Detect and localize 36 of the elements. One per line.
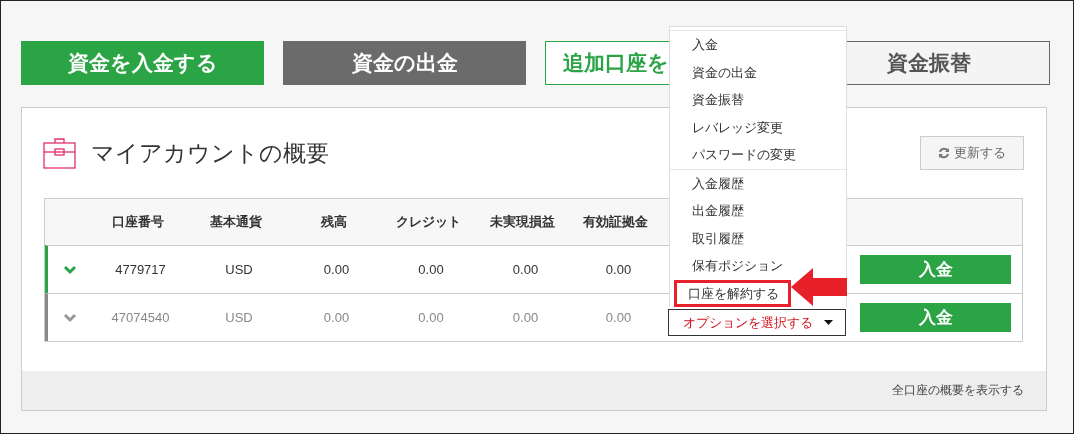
refresh-button[interactable]: 更新する — [920, 136, 1024, 170]
section-title: マイアカウントの概要 — [91, 138, 329, 168]
callout-arrow — [791, 268, 847, 306]
briefcase-icon — [43, 136, 77, 170]
table-cell: USD — [225, 262, 253, 277]
chevron-icon[interactable] — [63, 264, 77, 275]
menu-item[interactable]: 出金履歴 — [674, 197, 842, 225]
footer-link[interactable]: 全口座の概要を表示する — [892, 382, 1024, 399]
caret-icon — [824, 320, 833, 325]
column-header: 残高 — [319, 213, 348, 231]
menu-item[interactable]: 口座を解約する — [674, 279, 791, 307]
table-cell: 0.00 — [605, 262, 632, 277]
table-cell: 4779717 — [115, 262, 166, 277]
table-cell: 0.00 — [418, 262, 444, 277]
chevron-icon[interactable] — [63, 312, 77, 323]
table-cell: 0.00 — [512, 262, 539, 277]
column-header: 口座番号 — [110, 213, 165, 231]
column-header: 基本通貨 — [209, 213, 263, 231]
menu-item[interactable]: 資金振替 — [674, 86, 842, 114]
table-cell: USD — [225, 310, 253, 325]
table-cell: 0.00 — [323, 262, 350, 277]
refresh-icon — [938, 147, 950, 159]
menu-item[interactable]: レバレッジ変更 — [674, 113, 842, 141]
column-header: 有効証拠金 — [582, 213, 649, 231]
table-cell: 47074540 — [111, 310, 170, 325]
menu-item[interactable]: 保有ポジション — [674, 252, 842, 280]
option-select[interactable]: オプションを選択する — [668, 309, 846, 336]
table-cell: 0.00 — [418, 310, 444, 325]
action-button[interactable]: 資金の出金 — [283, 41, 526, 85]
table-cell: 0.00 — [323, 310, 350, 325]
column-header: クレジット — [394, 213, 462, 231]
column-header: 未実現損益 — [489, 213, 556, 231]
menu-item[interactable]: 入金履歴 — [674, 169, 842, 197]
table-cell: 0.00 — [605, 310, 632, 325]
menu-item[interactable]: パスワードの変更 — [674, 141, 842, 169]
table-cell: 0.00 — [512, 310, 539, 325]
